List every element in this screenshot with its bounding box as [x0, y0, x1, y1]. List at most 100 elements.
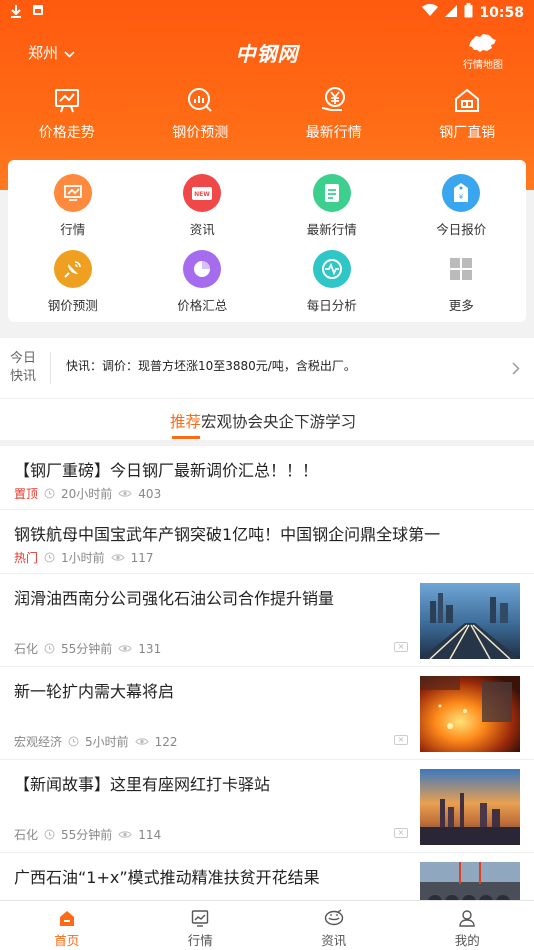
quick-link-steel-forecast[interactable]: 钢价预测 [134, 86, 268, 156]
quick-link-label: 价格走势 [38, 125, 95, 141]
news-views: 122 [154, 734, 178, 749]
tab-learning[interactable]: 学习 [325, 410, 356, 432]
nav-market[interactable]: 行情 [134, 901, 268, 950]
flash-tag: 今日快讯 [10, 351, 37, 384]
grid-item-price-summary[interactable]: 价格汇总 [138, 250, 268, 326]
news-title: 新一轮扩内需大幕将启 [14, 682, 175, 701]
news-meta: 石化 55分钟前 114 [14, 826, 161, 843]
news-time: 1小时前 [61, 551, 105, 565]
factory-icon [401, 86, 534, 114]
nav-profile[interactable]: 我的 [401, 901, 534, 950]
news-title: 【新闻故事】这里有座网红打卡驿站 [14, 775, 271, 794]
tab-macro[interactable]: 宏观 [201, 410, 232, 432]
news-icon: NEW [183, 174, 222, 212]
news-tag: 石化 [14, 642, 39, 656]
quick-link-label: 最新行情 [305, 125, 362, 141]
quick-link-latest-market[interactable]: 最新行情 [267, 86, 401, 156]
nav-label: 首页 [54, 933, 80, 948]
flash-message: 快讯：调价：现普方坯涨10至3880元/吨，含税出厂。 [66, 359, 356, 373]
quick-links: 价格走势 钢价预测 最新行情 钢厂直销 [0, 86, 534, 156]
price-tag-icon: ¥ [442, 174, 481, 212]
quick-link-price-trend[interactable]: 价格走势 [0, 86, 134, 156]
nav-label: 我的 [454, 933, 480, 948]
quick-link-label: 钢价预测 [172, 125, 229, 141]
dismiss-icon[interactable]: × [394, 735, 408, 745]
grid-item-daily-analysis[interactable]: 每日分析 [267, 250, 397, 326]
news-title: 润滑油西南分公司强化石油公司合作提升销量 [14, 589, 335, 608]
news-meta: 宏观经济 5小时前 122 [14, 733, 178, 750]
news-views: 131 [138, 641, 162, 656]
grid-item-label: 资讯 [189, 222, 215, 237]
clock-icon [44, 829, 55, 840]
grid-item-more[interactable]: 更多 [397, 250, 527, 326]
eye-icon [118, 644, 132, 653]
news-title: 广西石油“1+x”模式推动精准扶贫开花结果 [14, 868, 320, 887]
grid-item-latest-market[interactable]: 最新行情 [267, 174, 397, 250]
chevron-right-icon [512, 360, 520, 379]
grid-item-news[interactable]: NEW 资讯 [138, 174, 268, 250]
nav-news[interactable]: 资讯 [267, 901, 401, 950]
grid-item-market[interactable]: 行情 [8, 174, 138, 250]
news-views: 403 [138, 486, 162, 501]
dismiss-icon[interactable]: × [394, 642, 408, 652]
city-highway-image [420, 583, 520, 659]
list-item[interactable]: 【新闻故事】这里有座网红打卡驿站 石化 55分钟前 114 × [0, 760, 534, 853]
flash-news-bar[interactable]: 今日快讯 快讯：调价：现普方坯涨10至3880元/吨，含税出厂。 [0, 338, 534, 398]
news-tag: 宏观经济 [14, 735, 63, 749]
active-tab-indicator [172, 436, 200, 439]
eye-icon [111, 553, 125, 562]
news-title: 钢铁航母中国宝武年产钢突破1亿吨！中国钢企问鼎全球第一 [14, 525, 441, 544]
wifi-icon [422, 3, 439, 21]
molten-steel-image [420, 676, 520, 752]
status-bar: 10:58 [0, 0, 534, 24]
list-item[interactable]: 【钢厂重磅】今日钢厂最新调价汇总！！！ 置顶 20小时前 403 [0, 446, 534, 510]
list-item[interactable]: 钢铁航母中国宝武年产钢突破1亿吨！中国钢企问鼎全球第一 热门 1小时前 117 [0, 510, 534, 574]
divider [50, 352, 51, 384]
nav-label: 资讯 [321, 933, 347, 948]
notification-icon [32, 4, 44, 22]
sunset-city-image [420, 769, 520, 845]
news-title: 【钢厂重磅】今日钢厂最新调价汇总！！！ [14, 461, 319, 480]
dismiss-icon[interactable]: × [394, 828, 408, 838]
market-map-button[interactable]: 行情地图 [460, 32, 506, 71]
tab-downstream[interactable]: 下游 [294, 410, 325, 432]
tab-central-enterprise[interactable]: 央企 [263, 410, 294, 432]
news-meta: 石化 55分钟前 131 [14, 640, 161, 657]
news-views: 114 [138, 827, 162, 842]
chart-board-icon [134, 909, 268, 927]
nav-home[interactable]: 首页 [0, 901, 134, 950]
quick-link-label: 钢厂直销 [439, 125, 496, 141]
bottom-navigation: 首页 行情 资讯 我的 [0, 900, 534, 950]
list-item[interactable]: 广西石油“1+x”模式推动精准扶贫开花结果 [0, 853, 534, 900]
quick-link-mill-direct[interactable]: 钢厂直销 [401, 86, 534, 156]
more-grid-icon [442, 250, 480, 288]
app-logo: 中钢网 [235, 42, 299, 66]
nav-label: 行情 [187, 933, 213, 948]
yuan-hand-icon [267, 86, 401, 114]
news-tag: 石化 [14, 828, 39, 842]
grid-item-label: 更多 [448, 298, 474, 313]
top-bar: 郑州 中钢网 行情地图 [0, 32, 534, 72]
trend-board-icon [0, 86, 134, 114]
list-item[interactable]: 润滑油西南分公司强化石油公司合作提升销量 石化 55分钟前 131 × [0, 574, 534, 667]
grid-item-today-quote[interactable]: ¥ 今日报价 [397, 174, 527, 250]
grid-item-steel-forecast[interactable]: 钢价预测 [8, 250, 138, 326]
grid-item-label: 价格汇总 [177, 298, 228, 313]
search-chart-icon [134, 86, 268, 114]
category-tabs: 推荐 宏观 协会 央企 下游 学习 [0, 398, 534, 440]
signal-icon [444, 4, 458, 22]
eye-icon [118, 830, 132, 839]
battery-icon [464, 3, 473, 22]
clock-icon [44, 552, 55, 563]
tab-association[interactable]: 协会 [232, 410, 263, 432]
list-item[interactable]: 新一轮扩内需大幕将启 宏观经济 5小时前 122 × [0, 667, 534, 760]
news-feed: 【钢厂重磅】今日钢厂最新调价汇总！！！ 置顶 20小时前 403 钢铁航母中国宝… [0, 446, 534, 900]
tab-recommend[interactable]: 推荐 [170, 410, 201, 432]
pipes-image [420, 862, 520, 900]
news-meta: 热门 1小时前 117 [14, 549, 154, 566]
grid-item-label: 每日分析 [306, 298, 357, 313]
feature-grid-card: 行情 NEW 资讯 最新行情 ¥ 今日报价 钢价预测 价格汇总 每日分析 更多 [8, 160, 526, 322]
market-icon [53, 174, 92, 212]
news-time: 55分钟前 [61, 828, 113, 842]
news-time: 55分钟前 [61, 642, 113, 656]
